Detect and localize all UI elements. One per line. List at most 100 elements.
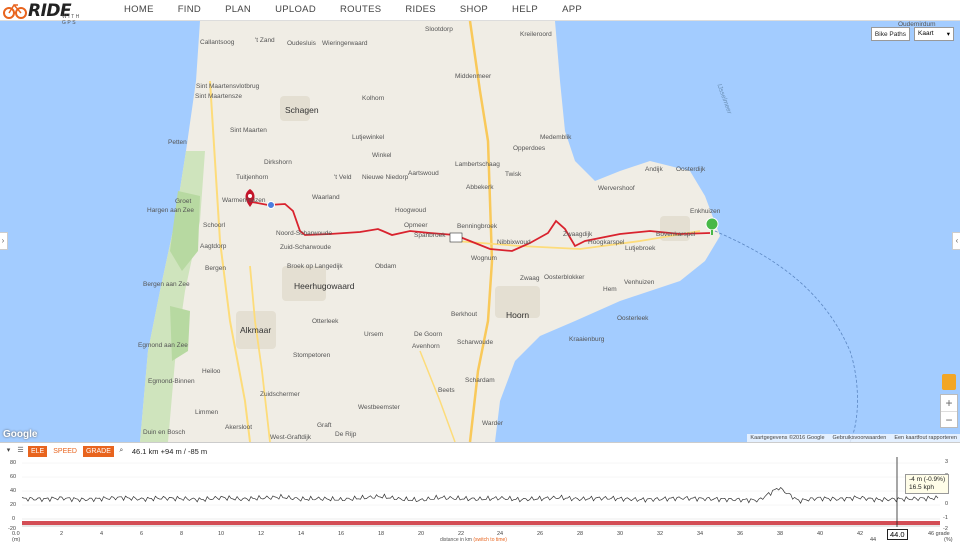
x-units-right: (%) — [944, 537, 953, 543]
map-label: Egmond-Binnen — [148, 378, 195, 385]
map-label: Akersloot — [225, 424, 253, 431]
map-label: Kraaienburg — [569, 336, 605, 343]
map-label: Waarland — [312, 194, 340, 201]
nav-routes[interactable]: ROUTES — [328, 0, 393, 21]
speed-series-line — [21, 486, 939, 504]
x-tick: 4 — [100, 531, 104, 537]
map-label: Lutjewinkel — [352, 134, 385, 141]
map-label: Kolhorn — [362, 95, 385, 102]
zoom-in-button[interactable]: + — [941, 395, 957, 411]
map-label: Limmen — [195, 409, 219, 416]
x-tick: 32 — [657, 531, 664, 537]
x-tick: 34 — [697, 531, 704, 537]
map-label: Slootdorp — [425, 26, 453, 33]
map-label: Stompetoren — [293, 352, 331, 359]
nav-shop[interactable]: SHOP — [448, 0, 500, 21]
x-tick: 30 — [617, 531, 624, 537]
x-tick: 40 — [817, 531, 824, 537]
map-label: Opperdoes — [513, 145, 546, 152]
map-label: Zwaagdijk — [563, 231, 593, 238]
tooltip-speed: 16.5 kph — [909, 484, 934, 491]
map-type-value: Kaart — [918, 30, 934, 37]
x-tick: 6 — [140, 531, 144, 537]
map-label: Zuid-Scharwoude — [280, 244, 331, 251]
map-label: Beets — [438, 387, 455, 394]
street-view-pegman-icon[interactable] — [942, 374, 956, 390]
y-tick: 40 — [10, 488, 17, 494]
main-nav: HOME FIND PLAN UPLOAD ROUTES RIDES SHOP … — [112, 0, 594, 21]
map-label: Alkmaar — [240, 325, 272, 335]
y-tick: 20 — [10, 502, 17, 508]
nav-app[interactable]: APP — [550, 0, 594, 21]
y-tick: 80 — [10, 460, 17, 466]
nav-rides[interactable]: RIDES — [393, 0, 448, 21]
map-label: Schoorl — [203, 222, 226, 229]
x-axis-label: distance in km — [440, 537, 472, 543]
x-tick: 20 — [418, 531, 425, 537]
x-tick: 16 — [338, 531, 345, 537]
x-tick: 12 — [258, 531, 265, 537]
nav-find[interactable]: FIND — [166, 0, 213, 21]
collapse-right-arrow-icon[interactable]: ‹ — [952, 231, 960, 250]
map-label: Oudesluis — [287, 40, 316, 47]
map-label: Heerhugowaard — [294, 281, 355, 291]
map-label: Nibbixwoud — [497, 239, 531, 246]
x-tick: 2 — [60, 531, 64, 537]
map-label: Ursem — [364, 331, 384, 338]
y-tick-right: 3 — [945, 459, 949, 465]
elevation-chart[interactable] — [0, 443, 960, 544]
map-label: Hem — [603, 286, 617, 293]
bike-paths-toggle[interactable]: Bike Paths — [870, 27, 910, 41]
map-label: 't Zand — [255, 37, 275, 44]
map-label: Middenmeer — [455, 73, 492, 80]
map-label: Opmeer — [404, 222, 428, 229]
chart-tooltip: -4 m (-0.9%) 16.5 kph — [905, 474, 950, 494]
report-error-link[interactable]: Een kaartfout rapporteren — [894, 435, 957, 441]
x-tick: 38 — [777, 531, 784, 537]
nav-plan[interactable]: PLAN — [213, 0, 263, 21]
x-tick: 10 — [218, 531, 225, 537]
map-label: West-Graftdijk — [270, 434, 312, 441]
nav-help[interactable]: HELP — [500, 0, 550, 21]
map-label: Schagen — [285, 105, 319, 115]
top-navigation-bar: RIDE WITH GPS HOME FIND PLAN UPLOAD ROUT… — [0, 0, 960, 26]
map-label: De Rijp — [335, 431, 357, 438]
x-tick: 36 — [737, 531, 744, 537]
map-label: Lambertschaag — [455, 161, 500, 168]
map-label: Westbeemster — [358, 404, 400, 411]
collapse-left-arrow-icon[interactable]: › — [0, 231, 8, 250]
map-label: Aagtdorp — [200, 243, 227, 250]
map-label: Graft — [317, 422, 332, 429]
tooltip-elevation: -4 m (-0.9%) — [909, 476, 946, 483]
nav-upload[interactable]: UPLOAD — [263, 0, 328, 21]
switch-to-time-link[interactable]: (switch to time) — [473, 537, 507, 543]
map-label: Bergen — [205, 265, 226, 272]
chevron-down-icon: ▾ — [946, 31, 950, 38]
map-label: Obdam — [375, 263, 397, 270]
map-label: Schardam — [465, 377, 495, 384]
zoom-controls: + − — [940, 394, 958, 428]
map-label: Twisk — [505, 171, 522, 178]
app-logo[interactable]: RIDE WITH GPS — [2, 0, 79, 26]
nav-home[interactable]: HOME — [112, 0, 166, 21]
route-map[interactable]: 't Zand Callantsoog Oudesluis Wieringerw… — [0, 21, 960, 442]
terms-link[interactable]: Gebruiksvoorwaarden — [833, 435, 887, 441]
map-label: Broek op Langedijk — [287, 263, 343, 270]
map-label: Enkhuizen — [690, 208, 721, 215]
map-label: Zwaag — [520, 275, 540, 282]
map-label: Andijk — [645, 166, 663, 173]
y-tick: 0 — [12, 516, 16, 522]
y-tick: 60 — [10, 474, 17, 480]
map-type-select[interactable]: Kaart ▾ — [914, 27, 954, 41]
map-label: Hargen aan Zee — [147, 207, 194, 214]
map-label: Groet — [175, 198, 192, 205]
logo-subtitle: WITH GPS — [62, 14, 81, 26]
map-label: Hoorn — [506, 310, 530, 320]
map-label: Sint Maartensze — [195, 93, 242, 100]
x-tick: 28 — [577, 531, 584, 537]
zoom-out-button[interactable]: − — [941, 411, 957, 427]
map-attribution: Kaartgegevens ©2016 Google Gebruiksvoorw… — [747, 434, 960, 442]
map-label: Warder — [482, 420, 504, 427]
map-label: Venhuizen — [624, 279, 655, 286]
map-label: Otterleek — [312, 318, 339, 325]
